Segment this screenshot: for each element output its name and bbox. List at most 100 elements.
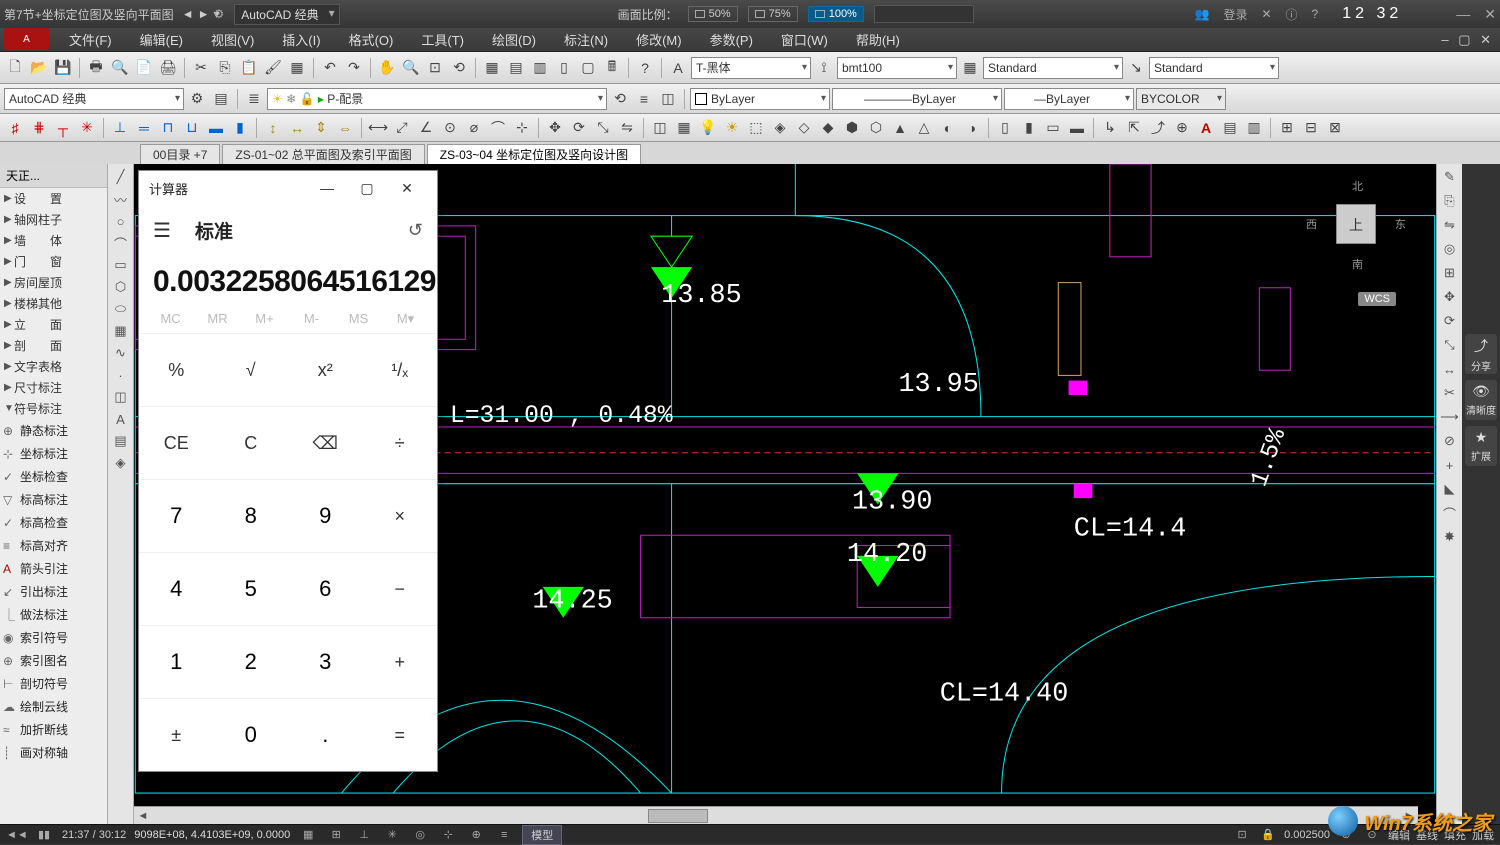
textstyle-dropdown[interactable]: T-黑体: [691, 57, 811, 79]
tool-method[interactable]: ⎿做法标注: [0, 603, 107, 626]
menu-edit[interactable]: 编辑(E): [126, 30, 197, 49]
j3-icon[interactable]: ⊠: [1324, 117, 1346, 139]
menu-format[interactable]: 格式(O): [335, 30, 408, 49]
doc-tab-2[interactable]: ZS-01~02 总平面图及索引平面图: [222, 144, 424, 164]
lwt-icon[interactable]: ≡: [494, 829, 514, 841]
tool-c4[interactable]: ⇔: [334, 117, 356, 139]
lineweight-dropdown[interactable]: — ByLayer: [1004, 88, 1134, 110]
menu-help[interactable]: 帮助(H): [842, 30, 914, 49]
color-dropdown[interactable]: ByLayer: [690, 88, 830, 110]
zoom-win-icon[interactable]: ⊡: [424, 57, 446, 79]
tool-coordchk[interactable]: ✓坐标检查: [0, 465, 107, 488]
dim-ali-icon[interactable]: ⤢: [391, 117, 413, 139]
hscroll-thumb[interactable]: [648, 809, 708, 823]
calc-icon[interactable]: 🖩: [601, 57, 623, 79]
extend-icon[interactable]: ⟶: [1437, 406, 1462, 428]
menu-dimension[interactable]: 标注(N): [550, 30, 622, 49]
move2-icon[interactable]: ✥: [1437, 286, 1462, 308]
h1-icon[interactable]: ▯: [994, 117, 1016, 139]
i3-icon[interactable]: ⤴: [1147, 117, 1169, 139]
tree-elev[interactable]: ▶立 面: [0, 314, 107, 335]
tree-wall[interactable]: ▶墙 体: [0, 230, 107, 251]
rotate2-icon[interactable]: ⟳: [1437, 310, 1462, 332]
tool-break[interactable]: ≈加折断线: [0, 718, 107, 741]
arc-icon[interactable]: ⌒: [108, 232, 133, 254]
i1-icon[interactable]: ↳: [1099, 117, 1121, 139]
tool-b4[interactable]: ⊔: [181, 117, 203, 139]
calc-key-c[interactable]: C: [214, 406, 289, 479]
tree-settings[interactable]: ▶设 置: [0, 188, 107, 209]
sb-r2-icon[interactable]: 🔒: [1258, 828, 1278, 841]
region-icon[interactable]: ◈: [108, 452, 133, 474]
tree-dim[interactable]: ▶尺寸标注: [0, 377, 107, 398]
ortho-icon[interactable]: ⊥: [354, 828, 374, 841]
block2-icon[interactable]: ◫: [108, 386, 133, 408]
tool-a2[interactable]: ⋕: [28, 117, 50, 139]
zoom-50-button[interactable]: 50%: [688, 6, 738, 22]
g2-icon[interactable]: ▦: [673, 117, 695, 139]
calc-mminus[interactable]: M-: [288, 311, 335, 327]
nav-fwd-icon[interactable]: ►: [198, 7, 210, 21]
props-icon[interactable]: ▦: [481, 57, 503, 79]
tool-b5[interactable]: ▬: [205, 117, 227, 139]
rotate-icon[interactable]: ⟳: [568, 117, 590, 139]
copy2-icon[interactable]: ⎘: [1437, 190, 1462, 212]
help-icon[interactable]: ?: [1312, 7, 1319, 21]
snap-icon[interactable]: ▦: [298, 828, 318, 841]
tree-section[interactable]: ▶剖 面: [0, 335, 107, 356]
dim-ord-icon[interactable]: ⊹: [511, 117, 533, 139]
hatch-icon[interactable]: ▦: [108, 320, 133, 342]
layer-prev-icon[interactable]: ⟲: [609, 88, 631, 110]
tool-cloud[interactable]: ☁绘制云线: [0, 695, 107, 718]
tree-stair[interactable]: ▶楼梯其他: [0, 293, 107, 314]
tree-axis[interactable]: ▶轴网柱子: [0, 209, 107, 230]
ssm-icon[interactable]: ▯: [553, 57, 575, 79]
fillet-icon[interactable]: ⌒: [1437, 502, 1462, 524]
g4-icon[interactable]: ◈: [769, 117, 791, 139]
calc-key-7[interactable]: 7: [139, 479, 214, 552]
menu-view[interactable]: 视图(V): [197, 30, 268, 49]
app-logo-icon[interactable]: A: [4, 28, 49, 50]
hscroll-left-icon[interactable]: ◄: [134, 810, 152, 822]
calc-mplus[interactable]: M+: [241, 311, 288, 327]
login-link[interactable]: 登录: [1223, 6, 1247, 23]
join-icon[interactable]: +: [1437, 454, 1462, 476]
break-icon[interactable]: ⊘: [1437, 430, 1462, 452]
dim-lin-icon[interactable]: ⟷: [367, 117, 389, 139]
tool-c3[interactable]: ⇕: [310, 117, 332, 139]
trim-icon[interactable]: ✂: [1437, 382, 1462, 404]
pause-icon[interactable]: ▮▮: [34, 828, 54, 841]
dc-icon[interactable]: ▤: [505, 57, 527, 79]
g10-icon[interactable]: △: [913, 117, 935, 139]
tool-leader[interactable]: ↙引出标注: [0, 580, 107, 603]
erase-icon[interactable]: ✎: [1437, 166, 1462, 188]
menu-tools[interactable]: 工具(T): [407, 30, 478, 49]
calc-minimize-icon[interactable]: —: [307, 180, 347, 196]
preview-icon[interactable]: 🔍: [109, 57, 131, 79]
tool-indexname[interactable]: ⊕索引图名: [0, 649, 107, 672]
g7-icon[interactable]: ⬢: [841, 117, 863, 139]
workspace-dd2[interactable]: AutoCAD 经典: [4, 88, 184, 110]
help2-icon[interactable]: ?: [634, 57, 656, 79]
tool-b2[interactable]: ═: [133, 117, 155, 139]
calc-maximize-icon[interactable]: ▢: [347, 180, 387, 197]
undo-icon[interactable]: ↶: [319, 57, 341, 79]
calc-key-0[interactable]: 0: [214, 698, 289, 771]
publish-icon[interactable]: 📄: [133, 57, 155, 79]
mleader-icon[interactable]: ↘: [1125, 57, 1147, 79]
pan-icon[interactable]: ✋: [376, 57, 398, 79]
window-minimize-icon[interactable]: —: [1456, 6, 1470, 22]
calc-key-6[interactable]: 6: [288, 552, 363, 625]
calc-key-2[interactable]: 2: [214, 625, 289, 698]
calc-key-neg[interactable]: ±: [139, 698, 214, 771]
calc-key-ce[interactable]: CE: [139, 406, 214, 479]
dim-arc-icon[interactable]: ⌒: [487, 117, 509, 139]
scale-icon[interactable]: ⤡: [592, 117, 614, 139]
markup-icon[interactable]: ▢: [577, 57, 599, 79]
offset-icon[interactable]: ◎: [1437, 238, 1462, 260]
save-icon[interactable]: 💾: [52, 57, 74, 79]
calc-mr[interactable]: MR: [194, 311, 241, 327]
tp-icon[interactable]: ▥: [529, 57, 551, 79]
plot-icon[interactable]: 🖨: [157, 57, 179, 79]
new-icon[interactable]: 🗋: [4, 57, 26, 79]
